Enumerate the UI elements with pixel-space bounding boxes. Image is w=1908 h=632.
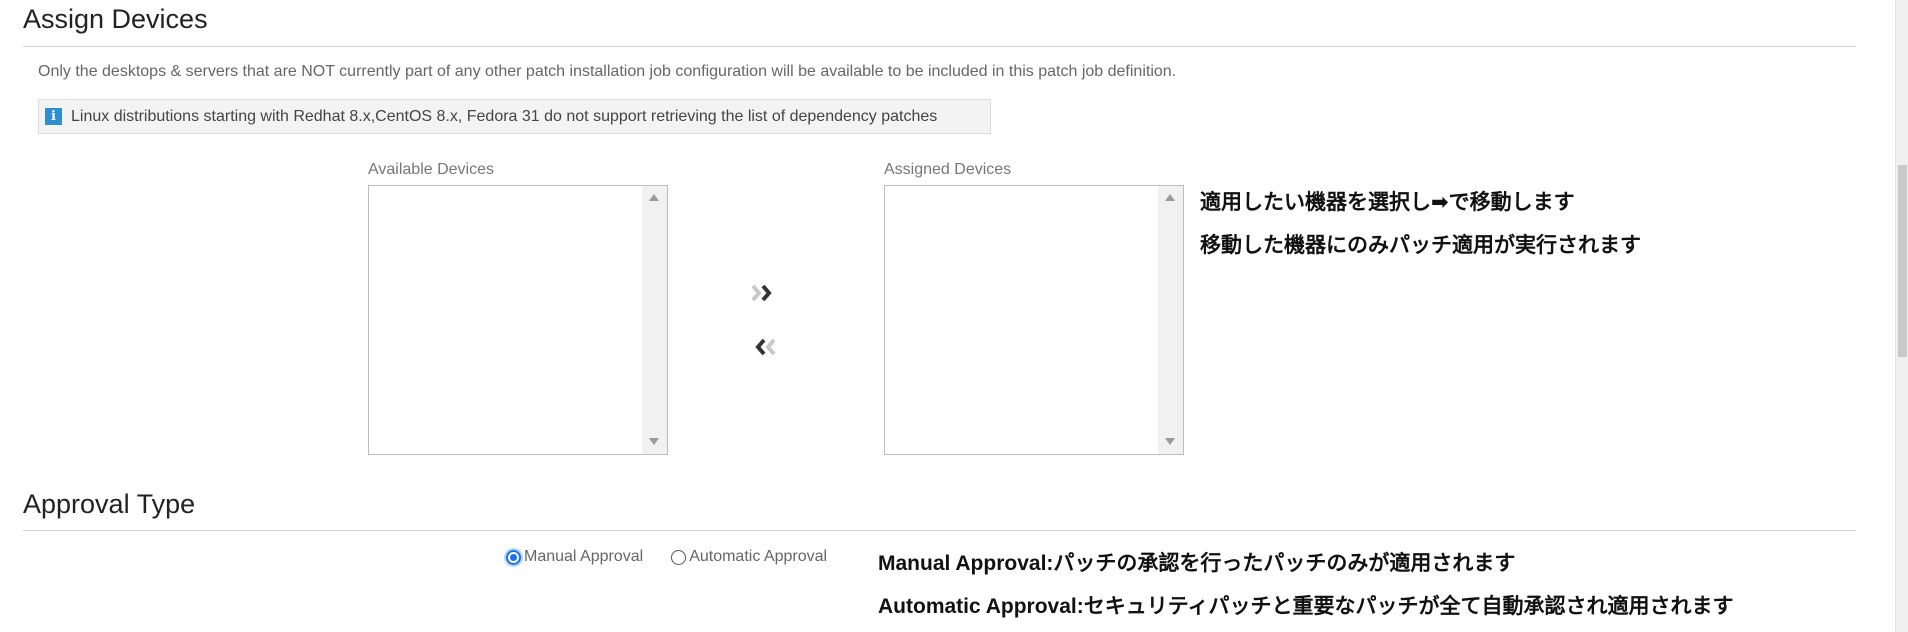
approval-annotation-line1: Manual Approval:パッチの承認を行ったパッチのみが適用されます [878, 552, 1516, 575]
move-right-button[interactable] [748, 278, 784, 308]
scroll-up-arrow-icon[interactable] [649, 194, 659, 201]
approval-type-radio-group: Manual Approval Automatic Approval [506, 548, 855, 566]
info-banner-text: Linux distributions starting with Redhat… [71, 107, 938, 125]
assigned-devices-label: Assigned Devices [884, 161, 1012, 178]
section-divider [23, 530, 1856, 531]
radio-unchecked-icon[interactable] [671, 549, 687, 565]
page-scrollbar-thumb[interactable] [1898, 165, 1907, 357]
scroll-down-arrow-icon[interactable] [1165, 438, 1175, 445]
available-devices-label: Available Devices [368, 161, 494, 178]
info-icon: i [45, 108, 62, 125]
assigned-devices-scrollbar[interactable] [1158, 186, 1183, 454]
radio-checked-icon[interactable] [506, 549, 521, 565]
approval-type-title: Approval Type [23, 489, 196, 519]
section-divider [23, 46, 1856, 47]
scroll-up-arrow-icon[interactable] [1165, 194, 1175, 201]
double-chevron-right-icon [751, 284, 772, 302]
double-chevron-left-icon [755, 338, 776, 356]
automatic-approval-label[interactable]: Automatic Approval [689, 548, 827, 566]
page-scrollbar[interactable] [1895, 0, 1908, 632]
info-banner: i Linux distributions starting with Redh… [38, 99, 991, 134]
manual-approval-label[interactable]: Manual Approval [524, 548, 643, 566]
approval-annotation-line2: Automatic Approval:セキュリティパッチと重要なパッチが全て自動… [878, 595, 1734, 618]
assigned-devices-list[interactable] [884, 185, 1184, 455]
automatic-approval-radio[interactable]: Automatic Approval [671, 548, 827, 566]
move-left-button[interactable] [748, 332, 784, 362]
assign-devices-note: Only the desktops & servers that are NOT… [38, 63, 1177, 80]
assign-annotation-line2: 移動した機器にのみパッチ適用が実行されます [1200, 234, 1641, 257]
scroll-down-arrow-icon[interactable] [649, 438, 659, 445]
available-devices-scrollbar[interactable] [642, 186, 667, 454]
assign-devices-title: Assign Devices [23, 4, 208, 34]
patch-job-page: Assign Devices Only the desktops & serve… [0, 0, 1908, 632]
manual-approval-radio[interactable]: Manual Approval [506, 548, 643, 566]
assign-annotation-line1: 適用したい機器を選択し➡で移動します [1200, 191, 1575, 214]
available-devices-list[interactable] [368, 185, 668, 455]
